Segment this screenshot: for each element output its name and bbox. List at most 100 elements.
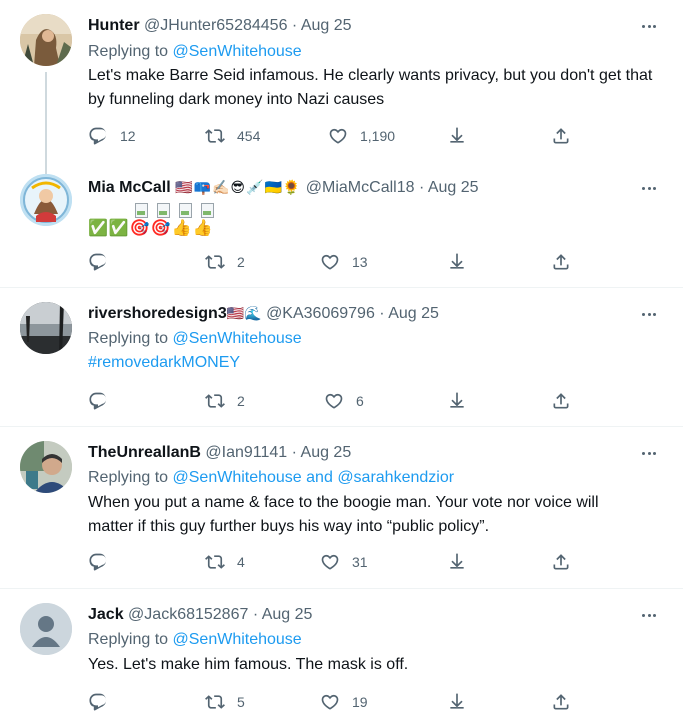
reply-button[interactable] (88, 391, 108, 411)
mention-link[interactable]: @SenWhitehouse (173, 631, 302, 648)
thread-line (45, 72, 47, 164)
share-button[interactable] (551, 126, 571, 146)
display-name[interactable]: rivershoredesign3 (88, 305, 227, 322)
dot-separator: · (252, 606, 259, 623)
more-icon[interactable] (639, 304, 659, 324)
timestamp[interactable]: Aug 25 (428, 179, 479, 196)
retweet-button[interactable]: 2 (205, 391, 245, 411)
retweet-count: 4 (237, 554, 245, 570)
reply-button[interactable]: 12 (88, 126, 136, 146)
more-icon[interactable] (639, 443, 659, 463)
reply-icon (88, 692, 108, 712)
more-icon[interactable] (639, 16, 659, 36)
tweet-rivershoredesign3[interactable]: rivershoredesign3🇺🇸🌊 @KA36069796 · Aug 2… (0, 288, 683, 425)
retweet-button[interactable]: 454 (205, 126, 260, 146)
replying-to-label: Replying to (88, 43, 169, 60)
share-button[interactable] (551, 252, 571, 272)
share-icon (551, 552, 571, 572)
reply-feed: Hunter @JHunter65284456 · Aug 25 Replyin… (0, 0, 683, 723)
like-icon (328, 126, 348, 146)
download-button[interactable] (447, 126, 467, 146)
handle[interactable]: @MiaMcCall18 (306, 179, 415, 196)
like-icon (320, 252, 340, 272)
avatar-photo-icon (20, 14, 72, 66)
avatar[interactable] (20, 174, 72, 226)
display-name[interactable]: TheUnreallanB (88, 444, 201, 461)
more-icon[interactable] (639, 178, 659, 198)
timestamp[interactable]: Aug 25 (301, 444, 352, 461)
mention-link[interactable]: @SenWhitehouse (173, 469, 302, 486)
replying-to: Replying to @SenWhitehouse and @sarahken… (88, 466, 663, 490)
share-button[interactable] (551, 391, 571, 411)
hashtag-link[interactable]: #removedarkMONEY (88, 351, 663, 375)
display-name[interactable]: Mia McCall (88, 179, 171, 196)
handle[interactable]: @Ian91141 (205, 444, 287, 461)
retweet-count: 2 (237, 393, 245, 409)
retweet-button[interactable]: 2 (205, 252, 245, 272)
like-button[interactable]: 19 (320, 692, 368, 712)
mention-link[interactable]: @SenWhitehouse (173, 330, 302, 347)
dot-separator: · (418, 179, 425, 197)
retweet-count: 2 (237, 254, 245, 270)
tweet-theunreallanb[interactable]: TheUnreallanB @Ian91141 · Aug 25 Replyin… (0, 427, 683, 588)
tweet-text-line-1: When you put a name & face to the boogie… (88, 494, 599, 511)
replying-to: Replying to @SenWhitehouse (88, 628, 663, 652)
replying-to-label: Replying to (88, 631, 169, 648)
avatar-photo-icon (20, 174, 72, 226)
like-count: 31 (352, 554, 368, 570)
like-button[interactable]: 13 (320, 252, 368, 272)
like-button[interactable]: 1,190 (328, 126, 395, 146)
retweet-button[interactable]: 4 (205, 552, 245, 572)
retweet-icon (205, 126, 225, 146)
tweet-jack[interactable]: Jack @Jack68152867 · Aug 25 Replying to … (0, 589, 683, 723)
mention-link[interactable]: @sarahkendzior (337, 469, 454, 486)
download-button[interactable] (447, 252, 467, 272)
share-button[interactable] (551, 692, 571, 712)
timestamp[interactable]: Aug 25 (388, 305, 439, 322)
tweet-header: Jack @Jack68152867 · Aug 25 (88, 605, 623, 625)
mention-link[interactable]: @SenWhitehouse (173, 43, 302, 60)
handle[interactable]: @Jack68152867 (128, 606, 248, 623)
display-name[interactable]: Jack (88, 606, 124, 623)
avatar-photo-icon (20, 302, 72, 354)
action-bar: 4 31 (88, 552, 588, 574)
like-button[interactable]: 6 (324, 391, 364, 411)
action-bar: 2 13 (88, 252, 588, 274)
display-name[interactable]: Hunter (88, 17, 140, 34)
like-count: 1,190 (360, 128, 396, 144)
reply-icon (88, 252, 108, 272)
avatar[interactable] (20, 14, 72, 66)
reply-button[interactable] (88, 552, 108, 572)
download-button[interactable] (447, 391, 467, 411)
download-button[interactable] (447, 552, 467, 572)
replying-to-label: Replying to (88, 469, 169, 486)
tweet-hunter[interactable]: Hunter @JHunter65284456 · Aug 25 Replyin… (0, 0, 683, 164)
timestamp[interactable]: Aug 25 (301, 17, 352, 34)
share-icon (551, 126, 571, 146)
share-icon (551, 391, 571, 411)
like-button[interactable]: 31 (320, 552, 368, 572)
tweet-header: TheUnreallanB @Ian91141 · Aug 25 (88, 443, 623, 463)
retweet-button[interactable]: 5 (205, 692, 245, 712)
reply-button[interactable] (88, 252, 108, 272)
avatar[interactable] (20, 441, 72, 493)
handle[interactable]: @KA36069796 (266, 305, 375, 322)
tweet-header: Hunter @JHunter65284456 · Aug 25 (88, 16, 623, 36)
default-avatar-icon (20, 603, 72, 655)
replying-to: Replying to @SenWhitehouse (88, 327, 663, 351)
tweet-media-row: ✅✅🎯🎯👍👍 (88, 200, 663, 240)
reply-button[interactable] (88, 692, 108, 712)
avatar[interactable] (20, 603, 72, 655)
more-icon[interactable] (639, 605, 659, 625)
download-icon (447, 552, 467, 572)
download-icon (447, 252, 467, 272)
timestamp[interactable]: Aug 25 (262, 606, 313, 623)
avatar[interactable] (20, 302, 72, 354)
avatar-photo-icon (20, 441, 72, 493)
dot-separator: · (291, 17, 298, 34)
like-count: 6 (356, 393, 364, 409)
download-button[interactable] (447, 692, 467, 712)
tweet-mia-mccall[interactable]: Mia McCall 🇺🇸📪✍🏻😎💉🇺🇦🌻 @MiaMcCall18 · Aug… (0, 160, 683, 286)
share-button[interactable] (551, 552, 571, 572)
handle[interactable]: @JHunter65284456 (144, 17, 287, 34)
